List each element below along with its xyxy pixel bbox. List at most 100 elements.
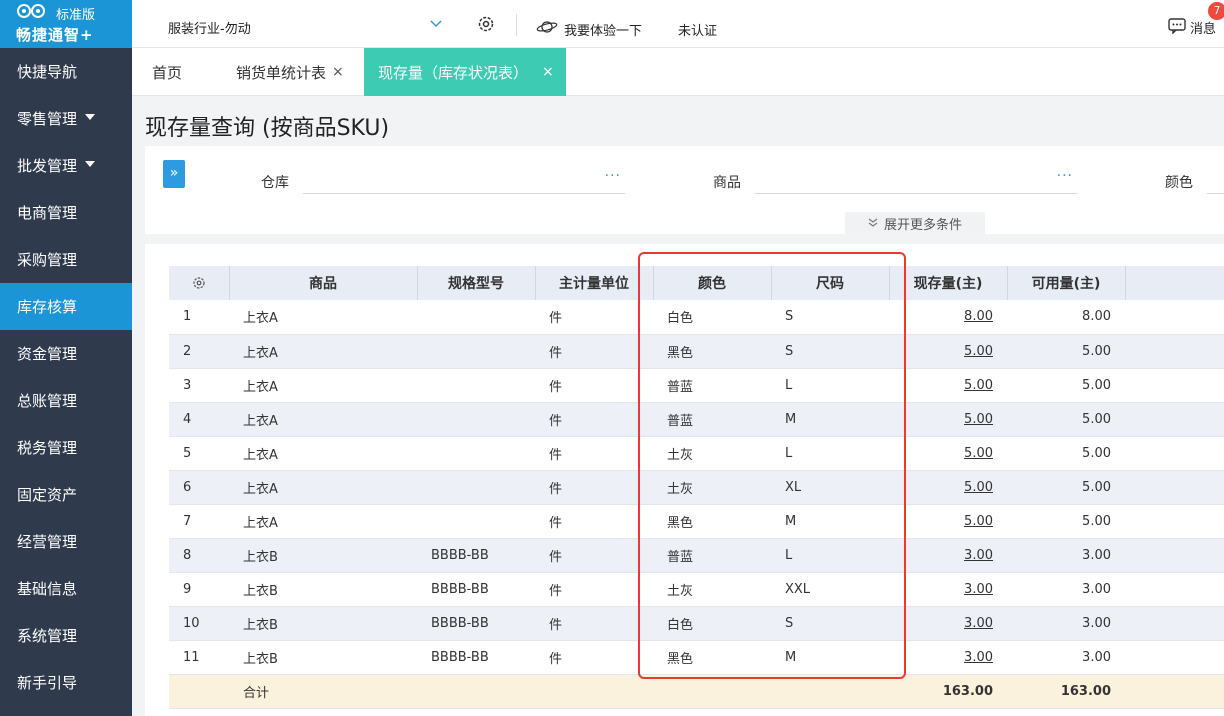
cell-onhand[interactable]: 5.00 xyxy=(889,334,1007,369)
tab-label: 销货单统计表 xyxy=(236,63,327,82)
cell-onhand[interactable]: 5.00 xyxy=(889,504,1007,539)
sidebar-item[interactable]: 资金管理 xyxy=(0,330,132,377)
table-row[interactable]: 11 上衣B BBBB-BB 件黑色 M 3.00 3.00 xyxy=(169,640,1224,675)
cell-product: 上衣A xyxy=(229,334,417,369)
cell-spec xyxy=(417,300,535,335)
row-index: 1 xyxy=(169,300,229,335)
expand-panel-button[interactable]: » xyxy=(163,160,185,188)
sidebar-item[interactable]: 批发管理 xyxy=(0,142,132,189)
product-label: 商品 xyxy=(713,175,741,191)
cell-unit: 件 xyxy=(535,300,653,335)
verification-status[interactable]: 未认证 xyxy=(678,20,717,39)
row-index: 11 xyxy=(169,640,229,675)
table-row[interactable]: 4 上衣A 件普蓝 M 5.00 5.00 xyxy=(169,402,1224,437)
cell-onhand[interactable]: 5.00 xyxy=(889,436,1007,471)
sidebar-item[interactable]: 快捷导航 xyxy=(0,48,132,95)
cell-spec: BBBB-BB xyxy=(417,640,535,675)
cell-product: 上衣B xyxy=(229,572,417,607)
tab-sales-report[interactable]: 销货单统计表 × xyxy=(236,48,344,96)
table-row[interactable]: 3 上衣A 件普蓝 L 5.00 5.00 xyxy=(169,368,1224,403)
cell-unit: 件 xyxy=(535,538,653,573)
table-row[interactable]: 6 上衣A 件土灰 XL 5.00 5.00 xyxy=(169,470,1224,505)
sidebar-item[interactable]: 基础信息 xyxy=(0,565,132,612)
sidebar-item[interactable]: 采购管理 xyxy=(0,236,132,283)
table-row[interactable]: 8 上衣B BBBB-BB 件普蓝 L 3.00 3.00 xyxy=(169,538,1224,573)
cell-onhand[interactable]: 5.00 xyxy=(889,402,1007,437)
more-options-icon[interactable]: ··· xyxy=(1057,168,1073,184)
warehouse-input[interactable]: ··· xyxy=(303,166,625,194)
sidebar-item[interactable]: 电商管理 xyxy=(0,189,132,236)
cell-size: L xyxy=(771,538,889,573)
total-empty-cell xyxy=(653,674,771,709)
header-spec[interactable]: 规格型号 xyxy=(417,266,536,300)
cell-available: 5.00 xyxy=(1007,334,1125,369)
cell-spec xyxy=(417,334,535,369)
planet-icon[interactable] xyxy=(536,20,558,34)
header-available[interactable]: 可用量(主) xyxy=(1007,266,1126,300)
cell-onhand[interactable]: 3.00 xyxy=(889,538,1007,573)
sidebar-item[interactable]: 零售管理 xyxy=(0,95,132,142)
more-options-icon[interactable]: ··· xyxy=(605,168,621,184)
header-product[interactable]: 商品 xyxy=(229,266,418,300)
header-color[interactable]: 颜色 xyxy=(653,266,772,300)
cell-available: 8.00 xyxy=(1007,300,1125,335)
cell-size: M xyxy=(771,640,889,675)
table-row[interactable]: 9 上衣B BBBB-BB 件土灰 XXL 3.00 3.00 xyxy=(169,572,1224,607)
color-input[interactable] xyxy=(1207,166,1224,194)
close-icon[interactable]: × xyxy=(332,64,344,80)
cell-empty xyxy=(1125,640,1224,675)
tab-home[interactable]: 首页 xyxy=(152,48,182,96)
sidebar-item[interactable]: 库存核算 xyxy=(0,283,132,330)
sidebar-item[interactable]: 新手引导 xyxy=(0,659,132,706)
message-icon[interactable] xyxy=(1168,18,1186,34)
cell-onhand[interactable]: 3.00 xyxy=(889,606,1007,641)
tab-inventory-status[interactable]: 现存量（库存状况表） × xyxy=(364,48,566,96)
header-unit[interactable]: 主计量单位 xyxy=(535,266,654,300)
table-row[interactable]: 7 上衣A 件黑色 M 5.00 5.00 xyxy=(169,504,1224,539)
sidebar-item[interactable]: 经营管理 xyxy=(0,518,132,565)
sidebar-item[interactable]: 系统管理 xyxy=(0,612,132,659)
sidebar-item[interactable]: 固定资产 xyxy=(0,471,132,518)
row-index: 8 xyxy=(169,538,229,573)
cell-spec xyxy=(417,402,535,437)
product-input[interactable]: ··· xyxy=(755,166,1077,194)
cell-empty xyxy=(1125,606,1224,641)
column-settings-header[interactable] xyxy=(169,266,230,300)
cell-onhand[interactable]: 8.00 xyxy=(889,300,1007,335)
tab-bar: 首页 销货单统计表 × 现存量（库存状况表） × xyxy=(132,48,1224,96)
cell-unit: 件 xyxy=(535,334,653,369)
expand-more-conditions-button[interactable]: 展开更多条件 xyxy=(845,212,985,234)
cell-available: 5.00 xyxy=(1007,470,1125,505)
chevron-down-icon[interactable] xyxy=(428,15,444,31)
cell-spec xyxy=(417,504,535,539)
table-row[interactable]: 1 上衣A 件白色 S 8.00 8.00 xyxy=(169,300,1224,335)
settings-gear-icon[interactable] xyxy=(192,276,206,290)
table-row[interactable]: 2 上衣A 件黑色 S 5.00 5.00 xyxy=(169,334,1224,369)
row-index: 4 xyxy=(169,402,229,437)
row-index: 9 xyxy=(169,572,229,607)
message-count-badge: 7 xyxy=(1208,2,1224,20)
cell-onhand[interactable]: 5.00 xyxy=(889,368,1007,403)
sidebar-item-label: 采购管理 xyxy=(17,251,78,269)
cell-empty xyxy=(1125,504,1224,539)
cell-available: 3.00 xyxy=(1007,606,1125,641)
table-row[interactable]: 5 上衣A 件土灰 L 5.00 5.00 xyxy=(169,436,1224,471)
cell-onhand[interactable]: 3.00 xyxy=(889,640,1007,675)
table-row[interactable]: 10 上衣B BBBB-BB 件白色 S 3.00 3.00 xyxy=(169,606,1224,641)
top-bar: 服装行业-勿动 我要体验一下 未认证 消息 7 xyxy=(132,0,1224,48)
cell-onhand[interactable]: 3.00 xyxy=(889,572,1007,607)
cell-onhand[interactable]: 5.00 xyxy=(889,470,1007,505)
cell-color: 普蓝 xyxy=(653,538,771,573)
sidebar-item[interactable]: 总账管理 xyxy=(0,377,132,424)
logo[interactable]: 标准版 畅捷通智+ xyxy=(0,0,132,48)
sidebar-item-label: 资金管理 xyxy=(17,345,78,363)
org-selector[interactable]: 服装行业-勿动 xyxy=(168,18,251,37)
messages-link[interactable]: 消息 xyxy=(1190,18,1216,37)
close-icon[interactable]: × xyxy=(542,64,554,80)
sidebar-item[interactable]: 税务管理 xyxy=(0,424,132,471)
sidebar-nav: 快捷导航 零售管理 批发管理 电商管理采购管理库存核算资金管理总账管理 税务管理 固定资产… xyxy=(0,48,132,706)
header-onhand[interactable]: 现存量(主) xyxy=(889,266,1008,300)
settings-gear-icon[interactable] xyxy=(477,15,495,33)
header-size[interactable]: 尺码 xyxy=(771,266,890,300)
try-experience-link[interactable]: 我要体验一下 xyxy=(564,20,642,39)
